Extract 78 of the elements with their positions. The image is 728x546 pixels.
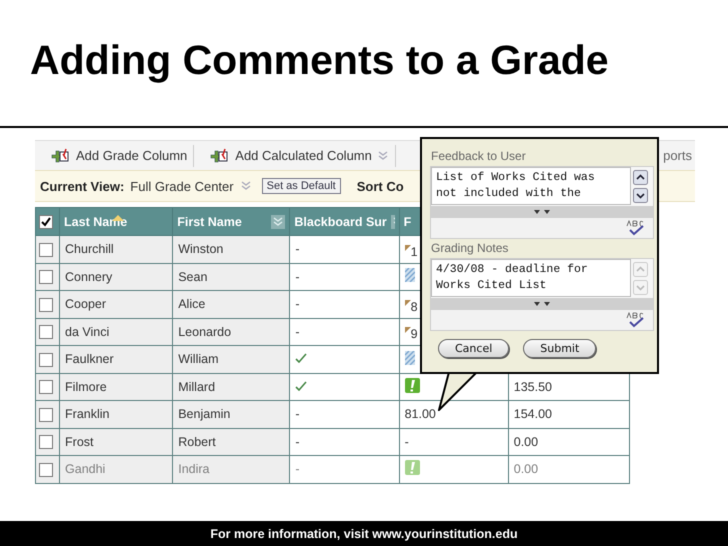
table-cell: Churchill [65, 242, 114, 256]
row-checkbox[interactable] [39, 380, 53, 394]
table-cell: 154.00 [514, 407, 552, 422]
set-default-button[interactable]: Set as Default [262, 178, 341, 194]
table-cell: Sean [178, 270, 208, 284]
field-label: Feedback to User [431, 149, 527, 163]
view-value[interactable]: Full Grade Center [130, 178, 234, 194]
table-cell: 1 [410, 244, 418, 259]
chevron-down-icon [376, 150, 389, 160]
slide-title: Adding Comments to a Grade [30, 36, 610, 84]
table-cell: Robert [178, 434, 216, 449]
resize-handle-icon[interactable] [534, 301, 550, 307]
row-checkbox[interactable] [39, 408, 53, 422]
flag-icon [404, 244, 411, 251]
field-label: Grading Notes [431, 241, 510, 255]
table-cell: 81.00 [404, 407, 436, 422]
row-checkbox[interactable] [39, 435, 53, 450]
comment-field[interactable]: List of Works Cited was not included with the [431, 167, 631, 205]
table-cell: - [295, 462, 300, 476]
checkmark-icon [295, 353, 308, 364]
row-checkbox[interactable] [39, 462, 53, 477]
table-cell: da Vinci [65, 324, 110, 339]
table-cell: Alice [178, 297, 206, 312]
footer-text: For more information, visit www.yourinstitution.edu [210, 526, 518, 540]
view-label: Current View: [40, 178, 124, 194]
table-cell: - [295, 270, 300, 284]
flag-icon [404, 300, 411, 306]
table-cell: - [295, 297, 300, 312]
scroll-down-button[interactable] [633, 188, 648, 203]
flag-icon [404, 327, 411, 334]
row-checkbox[interactable] [39, 325, 53, 340]
table-cell: 9 [410, 327, 418, 342]
row-checkbox[interactable] [39, 242, 53, 257]
table-cell: Leonardo [178, 324, 232, 339]
add-column-button[interactable]: Add Calculated Column [194, 144, 396, 166]
needs-grading-icon [404, 350, 415, 365]
row-checkbox[interactable] [39, 352, 53, 367]
table-cell: Gandhi [65, 462, 106, 476]
select-all-checkbox[interactable] [39, 214, 53, 229]
column-menu-icon[interactable] [271, 214, 286, 228]
table-cell: Cooper [65, 297, 106, 312]
resize-handle-icon[interactable] [534, 209, 550, 215]
checkmark-icon [295, 380, 308, 391]
chevron-down-icon [240, 181, 252, 191]
needs-grading-icon [404, 268, 415, 282]
table-cell: - [295, 324, 300, 339]
table-cell: - [295, 434, 300, 449]
table-cell: Franklin [65, 407, 110, 422]
exclamation-icon [404, 378, 420, 393]
table-cell: 135.50 [514, 380, 552, 394]
table-cell: 0.00 [514, 462, 538, 476]
row-checkbox[interactable] [39, 270, 53, 284]
popup-button[interactable]: Cancel [438, 339, 510, 358]
table-cell: - [295, 242, 300, 256]
table-cell: Filmore [65, 380, 107, 394]
table-cell: - [295, 407, 300, 422]
add-column-icon [51, 148, 71, 164]
comment-field[interactable]: 4/30/08 - deadline for Works Cited List [431, 259, 631, 297]
add-column-icon [210, 148, 230, 164]
popup-button[interactable]: Submit [523, 339, 596, 358]
scroll-up-button[interactable] [633, 170, 648, 185]
table-cell: 8 [410, 300, 418, 314]
table-cell: William [178, 352, 218, 366]
exclamation-icon [404, 460, 420, 476]
add-column-button[interactable]: Add Grade Column [35, 144, 194, 166]
table-cell: Indira [178, 462, 210, 476]
toolbar-link[interactable]: ports [663, 148, 692, 163]
table-cell: 0.00 [514, 434, 538, 449]
table-cell: Benjamin [178, 407, 230, 422]
table-cell: - [404, 434, 409, 449]
column-header[interactable]: F [404, 214, 412, 228]
table-cell: Faulkner [65, 352, 114, 366]
row-checkbox[interactable] [39, 298, 53, 312]
table-cell: Connery [65, 270, 112, 284]
table-cell: Frost [65, 434, 94, 449]
table-cell: Millard [178, 380, 216, 394]
sort-label: Sort Co [356, 178, 404, 194]
table-cell: Winston [178, 242, 224, 256]
